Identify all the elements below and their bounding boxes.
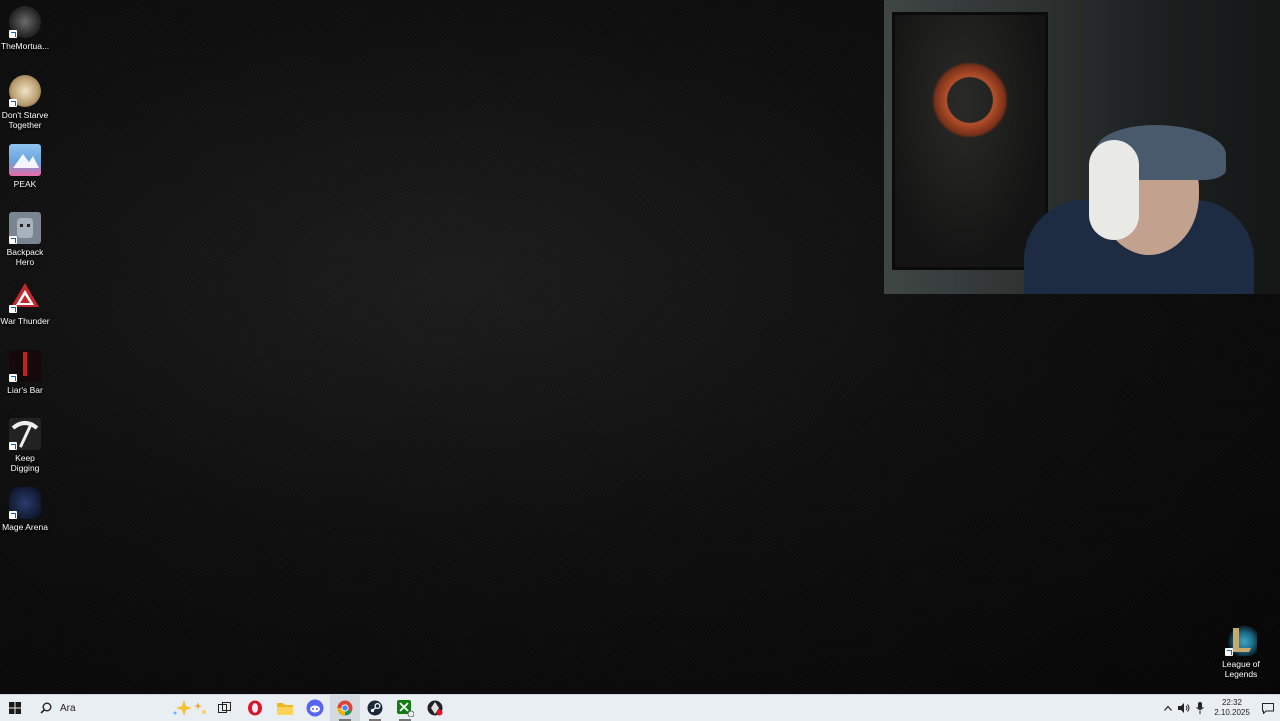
shortcut-arrow-icon	[9, 305, 17, 313]
taskbar: Ara 22:32 2.10.2025	[0, 694, 1280, 721]
desktop-icon-label: League of Legends	[1222, 659, 1260, 679]
windows-start-icon	[9, 702, 21, 714]
microphone-icon	[1196, 702, 1204, 714]
taskbar-discord[interactable]	[300, 695, 330, 721]
taskbar-game-app[interactable]	[420, 695, 450, 721]
desktop: TheMortua... Don't Starve Together PEAK …	[0, 0, 1280, 694]
steam-icon	[367, 700, 383, 716]
webcam-overlay	[884, 0, 1280, 294]
backpack-hero-icon	[9, 212, 41, 244]
desktop-icon-dont-starve[interactable]: Don't Starve Together	[0, 75, 50, 130]
desktop-icon-label: Don't Starve Together	[1, 110, 49, 130]
taskbar-clock[interactable]: 22:32 2.10.2025	[1214, 698, 1250, 718]
system-tray: 22:32 2.10.2025	[1160, 695, 1280, 721]
wall-poster	[892, 12, 1048, 270]
shortcut-arrow-icon	[9, 236, 17, 244]
chrome-icon	[337, 700, 353, 716]
volume-button[interactable]	[1176, 695, 1192, 721]
task-view-button[interactable]	[210, 695, 240, 721]
desktop-icon-backpack-hero[interactable]: Backpack Hero	[0, 212, 50, 267]
desktop-icon-mage-arena[interactable]: Mage Arena	[0, 487, 50, 532]
desktop-icon-keep-digging[interactable]: Keep Digging	[0, 418, 50, 473]
start-button[interactable]	[0, 695, 30, 721]
search-highlight-icon	[173, 700, 206, 716]
dont-starve-icon	[9, 75, 41, 107]
desktop-icon-label: TheMortua...	[0, 41, 50, 51]
notification-icon	[1262, 702, 1274, 714]
task-view-icon	[218, 702, 231, 713]
taskbar-xbox[interactable]	[390, 695, 420, 721]
file-explorer-icon	[277, 703, 293, 715]
desktop-icon-liars-bar[interactable]: Liar's Bar	[0, 350, 50, 395]
poster-sun-emblem	[925, 55, 1015, 145]
discord-icon	[306, 699, 324, 717]
shortcut-arrow-icon	[9, 30, 17, 38]
desktop-icon-peak[interactable]: PEAK	[0, 144, 50, 189]
league-of-legends-icon	[1225, 624, 1257, 656]
war-thunder-icon	[9, 281, 41, 313]
desktop-icon-label: War Thunder	[0, 316, 50, 326]
chevron-up-icon	[1164, 705, 1172, 711]
clock-time: 22:32	[1221, 698, 1243, 707]
taskbar-opera[interactable]	[240, 695, 270, 721]
taskbar-file-explorer[interactable]	[270, 695, 300, 721]
mage-arena-icon	[9, 487, 41, 519]
game-app-icon	[427, 700, 443, 716]
shortcut-arrow-icon	[9, 99, 17, 107]
taskbar-steam[interactable]	[360, 695, 390, 721]
desktop-icon-war-thunder[interactable]: War Thunder	[0, 281, 50, 326]
opera-icon	[248, 700, 262, 716]
desktop-icon-league-of-legends[interactable]: League of Legends	[1216, 624, 1266, 679]
taskbar-search-box[interactable]: Ara	[30, 695, 210, 721]
desktop-icon-label: Keep Digging	[10, 453, 40, 473]
keep-digging-icon	[9, 418, 41, 450]
desktop-icon-label: Backpack Hero	[6, 247, 44, 267]
shortcut-arrow-icon	[9, 374, 17, 382]
desktop-icon-label: Liar's Bar	[7, 385, 43, 395]
shortcut-arrow-icon	[9, 511, 17, 519]
search-placeholder: Ara	[60, 702, 76, 714]
show-hidden-icons-button[interactable]	[1160, 695, 1176, 721]
shortcut-arrow-icon	[9, 442, 17, 450]
speaker-icon	[1178, 703, 1190, 713]
notification-center-button[interactable]	[1256, 695, 1280, 721]
desktop-icon-themortuary[interactable]: TheMortua...	[0, 6, 50, 51]
shortcut-arrow-icon	[1225, 648, 1233, 656]
liars-bar-icon	[9, 350, 41, 382]
desktop-icon-label: PEAK	[13, 179, 37, 189]
headset	[1089, 140, 1139, 240]
clock-date: 2.10.2025	[1214, 708, 1250, 717]
mortuary-assistant-icon	[9, 6, 41, 38]
search-icon	[40, 702, 52, 714]
desktop-icon-label: Mage Arena	[2, 522, 48, 532]
peak-icon	[9, 144, 41, 176]
taskbar-chrome[interactable]	[330, 695, 360, 721]
xbox-icon	[397, 700, 414, 717]
microphone-button[interactable]	[1192, 695, 1208, 721]
